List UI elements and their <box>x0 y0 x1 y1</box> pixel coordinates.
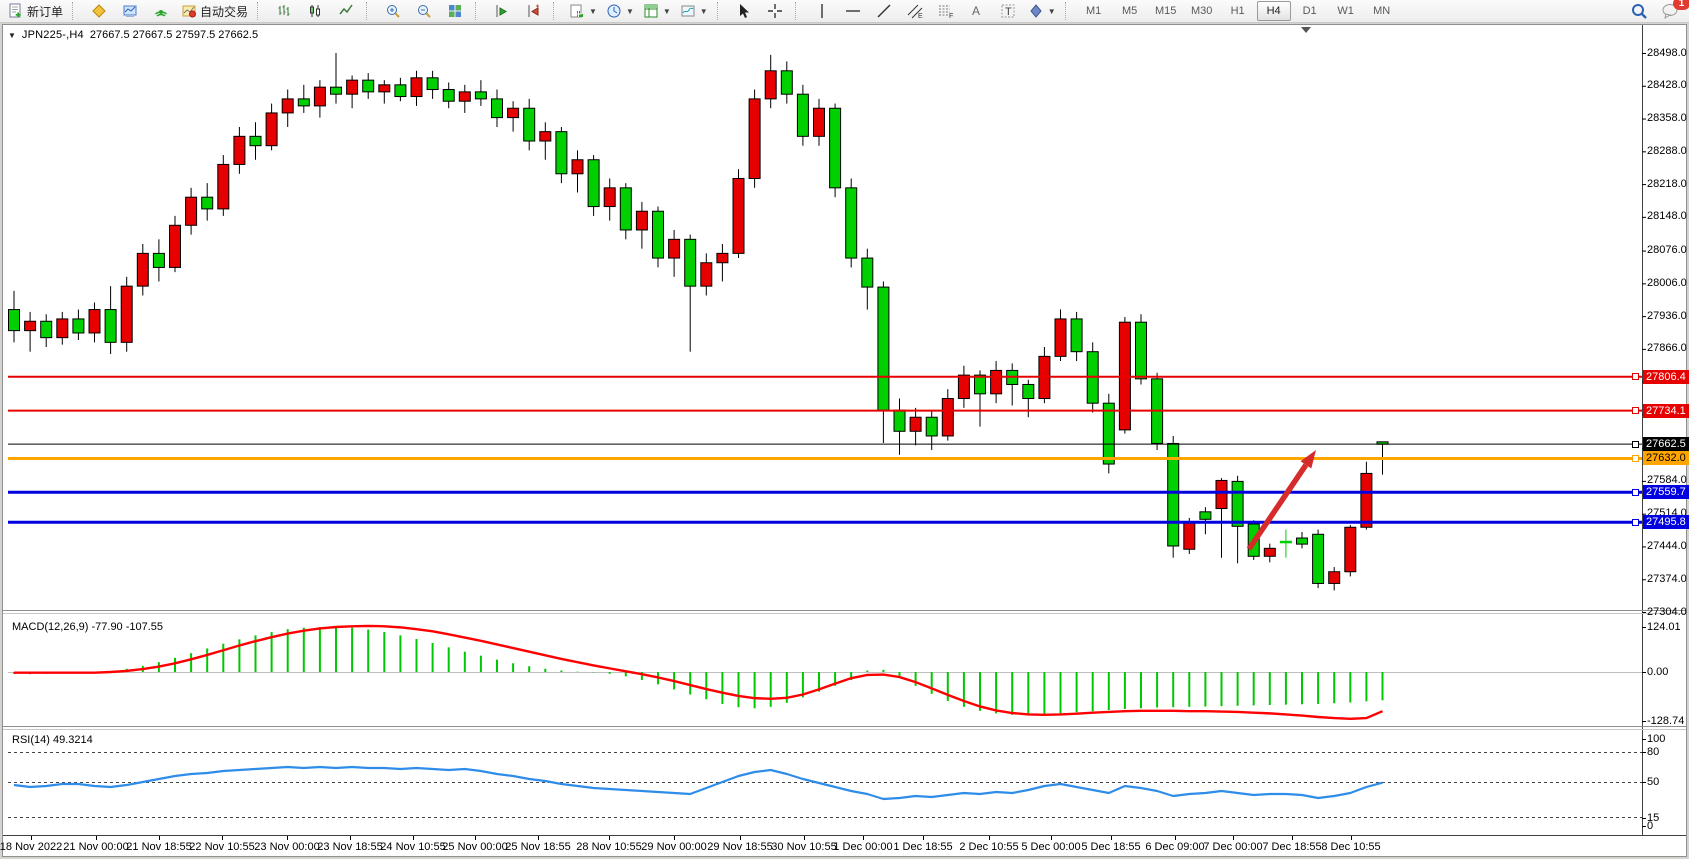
zoom-out-button[interactable] <box>409 0 439 22</box>
market-watch-button[interactable] <box>115 0 145 22</box>
shapes-button[interactable]: ▼ <box>1024 0 1060 22</box>
zoom-in-button[interactable] <box>378 0 408 22</box>
equidistant-channel-icon: E <box>906 3 924 19</box>
text-button[interactable]: A <box>962 0 992 22</box>
cursor-button[interactable] <box>729 0 759 22</box>
timeframe-MN[interactable]: MN <box>1365 1 1399 21</box>
templates-button[interactable]: ▼ <box>676 0 712 22</box>
svg-text:F: F <box>949 13 953 19</box>
trendline-button[interactable] <box>869 0 899 22</box>
dropdown-caret: ▼ <box>1048 7 1056 16</box>
dropdown-caret: ▼ <box>626 7 634 16</box>
chart-shift-icon <box>525 3 541 19</box>
autotrade-label: 自动交易 <box>200 3 248 20</box>
horizontal-line-button[interactable] <box>838 0 868 22</box>
periods-button[interactable]: ▼ <box>602 0 638 22</box>
horizontal-line-icon <box>845 3 861 19</box>
text-icon: A <box>970 3 984 19</box>
new-order-icon <box>8 3 24 19</box>
new-chart-icon <box>643 3 659 19</box>
indicators-button[interactable]: ▼ <box>565 0 601 22</box>
fibonacci-button[interactable]: F <box>931 0 961 22</box>
market-watch-icon <box>122 3 138 19</box>
timeframe-D1[interactable]: D1 <box>1293 1 1327 21</box>
timeframe-M30[interactable]: M30 <box>1185 1 1219 21</box>
equidistant-channel-button[interactable]: E <box>900 0 930 22</box>
dropdown-caret: ▼ <box>589 7 597 16</box>
tile-windows-icon <box>447 3 463 19</box>
bar-chart-type-button[interactable] <box>269 0 299 22</box>
svg-text:A: A <box>972 4 980 18</box>
toolbar-separator <box>475 2 483 20</box>
mt4-application: 新订单 自动交易 <box>0 0 1689 859</box>
cursor-icon <box>736 3 752 19</box>
periods-clock-icon <box>606 3 622 19</box>
vertical-line-button[interactable] <box>807 0 837 22</box>
timeframe-H1[interactable]: H1 <box>1221 1 1255 21</box>
main-toolbar: 新订单 自动交易 <box>0 0 1689 23</box>
signals-icon <box>153 3 169 19</box>
search-icon <box>1630 2 1648 20</box>
dropdown-caret: ▼ <box>663 7 671 16</box>
signals-button[interactable] <box>146 0 176 22</box>
timeframe-H4[interactable]: H4 <box>1257 1 1291 21</box>
line-chart-type-icon <box>338 3 354 19</box>
candle-chart-type-button[interactable] <box>300 0 330 22</box>
dropdown-caret: ▼ <box>700 7 708 16</box>
search-button[interactable] <box>1624 0 1654 22</box>
bar-chart-type-icon <box>276 3 292 19</box>
toolbar-separator <box>72 2 80 20</box>
autotrade-icon <box>181 3 197 19</box>
templates-icon <box>680 3 696 19</box>
vertical-line-icon <box>815 3 829 19</box>
text-label-button[interactable]: T <box>993 0 1023 22</box>
profile-icon <box>91 3 107 19</box>
auto-scroll-button[interactable] <box>487 0 517 22</box>
toolbar-separator <box>366 2 374 20</box>
indicators-icon <box>569 3 585 19</box>
timeframe-W1[interactable]: W1 <box>1329 1 1363 21</box>
auto-scroll-icon <box>494 3 510 19</box>
chat-button[interactable]: 1 <box>1655 0 1685 22</box>
timeframe-M5[interactable]: M5 <box>1113 1 1147 21</box>
zoom-in-icon <box>385 3 401 19</box>
fibonacci-icon: F <box>937 3 955 19</box>
timeframe-M15[interactable]: M15 <box>1149 1 1183 21</box>
chart-shift-button[interactable] <box>518 0 548 22</box>
autotrade-button[interactable]: 自动交易 <box>177 0 252 22</box>
svg-text:E: E <box>918 13 923 19</box>
svg-text:T: T <box>1005 6 1012 18</box>
chart-window <box>2 24 1687 857</box>
toolbar-separator <box>553 2 561 20</box>
toolbar-separator <box>795 2 803 20</box>
new-chart-button[interactable]: ▼ <box>639 0 675 22</box>
shapes-icon <box>1028 3 1044 19</box>
candle-chart-type-icon <box>307 3 323 19</box>
tile-windows-button[interactable] <box>440 0 470 22</box>
toolbar-separator <box>1065 2 1073 20</box>
profile-button[interactable] <box>84 0 114 22</box>
toolbar-separator <box>717 2 725 20</box>
trendline-icon <box>876 3 892 19</box>
notification-badge: 1 <box>1673 0 1689 10</box>
new-order-button[interactable]: 新订单 <box>4 0 67 22</box>
toolbar-separator <box>257 2 265 20</box>
crosshair-button[interactable] <box>760 0 790 22</box>
new-order-label: 新订单 <box>27 3 63 20</box>
timeframe-group: M1M5M15M30H1H4D1W1MN <box>1077 1 1399 21</box>
zoom-out-icon <box>416 3 432 19</box>
crosshair-icon <box>767 3 783 19</box>
text-label-icon: T <box>1000 3 1016 19</box>
timeframe-M1[interactable]: M1 <box>1077 1 1111 21</box>
line-chart-type-button[interactable] <box>331 0 361 22</box>
